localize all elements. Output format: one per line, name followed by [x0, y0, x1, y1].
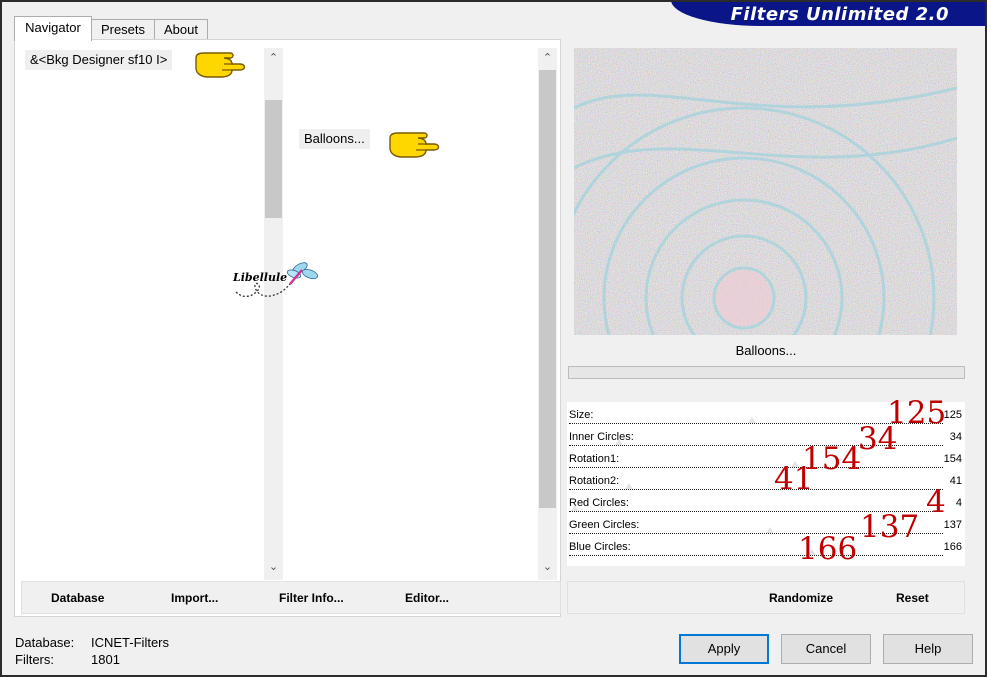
scroll-down-arrow-icon[interactable]: ⌄ [264, 559, 283, 576]
database-button[interactable]: Database [51, 591, 104, 605]
slider-value: 137 [943, 519, 962, 531]
annotation-rotation2: 41 [774, 461, 814, 497]
slider-track[interactable] [569, 555, 943, 556]
slider-label: Green Circles: [569, 519, 640, 531]
pointing-hand-icon [389, 132, 440, 158]
parameter-button-bar: Randomize Reset [567, 581, 965, 614]
slider-rotation2[interactable]: Rotation2: 41 [567, 470, 965, 492]
navigator-button-bar: Database Import... Filter Info... Editor… [21, 581, 561, 614]
scroll-down-arrow-icon[interactable]: ⌄ [538, 559, 557, 576]
preview-filter-name: Balloons... [567, 336, 965, 366]
category-scrollbar[interactable]: ⌃ ⌄ [264, 48, 283, 580]
category-list[interactable]: &<Bkg Designer sf10 I> [21, 48, 264, 580]
slider-value: 154 [943, 453, 962, 465]
slider-value: 166 [943, 541, 962, 553]
brand-title: Filters Unlimited 2.0 [730, 4, 949, 25]
annotation-blue-circles: 166 [798, 531, 858, 567]
database-value: ICNET-Filters [91, 635, 169, 650]
tab-presets[interactable]: Presets [91, 19, 155, 40]
editor-button[interactable]: Editor... [405, 591, 449, 605]
brand-banner: Filters Unlimited 2.0 [671, 2, 985, 26]
database-key: Database: [15, 635, 75, 650]
reset-button[interactable]: Reset [896, 591, 929, 605]
preview-image [574, 48, 957, 335]
category-item-selected[interactable]: &<Bkg Designer sf10 I> [25, 50, 173, 70]
libellule-watermark: Libellule [230, 258, 322, 306]
slider-thumb[interactable] [570, 505, 579, 511]
slider-label: Blue Circles: [569, 541, 631, 553]
tab-about[interactable]: About [154, 19, 208, 40]
slider-label: Rotation2: [569, 475, 620, 487]
cancel-button[interactable]: Cancel [781, 634, 871, 664]
slider-label: Rotation1: [569, 453, 620, 465]
slider-thumb[interactable] [625, 483, 634, 489]
progress-bar [568, 366, 965, 379]
pointing-hand-icon [195, 52, 246, 78]
preview-canvas [574, 48, 957, 335]
slider-value: 41 [949, 475, 962, 487]
filter-info-button[interactable]: Filter Info... [279, 591, 344, 605]
filters-count: 1801 [91, 652, 120, 667]
scrollbar-thumb[interactable] [539, 70, 556, 508]
scrollbar-thumb[interactable] [265, 100, 282, 218]
slider-track[interactable] [569, 489, 943, 490]
filters-key: Filters: [15, 652, 54, 667]
slider-label: Size: [569, 409, 594, 421]
slider-value: 34 [949, 431, 962, 443]
annotation-green-circles: 137 [860, 509, 920, 545]
tab-navigator[interactable]: Navigator [14, 16, 92, 41]
apply-button[interactable]: Apply [679, 634, 769, 664]
randomize-button[interactable]: Randomize [769, 591, 833, 605]
slider-value: 4 [955, 497, 962, 509]
filters-unlimited-window: Navigator Presets About Filters Unlimite… [0, 0, 987, 677]
slider-rotation1[interactable]: Rotation1: 154 [567, 448, 965, 470]
help-button[interactable]: Help [883, 634, 973, 664]
slider-value: 125 [943, 409, 962, 421]
annotation-red-circles: 4 [926, 484, 946, 520]
filter-item-selected[interactable]: Balloons... [299, 129, 370, 149]
annotation-inner-circles: 34 [858, 421, 898, 457]
import-button[interactable]: Import... [171, 591, 218, 605]
filter-scrollbar[interactable]: ⌃ ⌄ [538, 48, 557, 580]
slider-label: Inner Circles: [569, 431, 634, 443]
slider-thumb[interactable] [765, 527, 774, 533]
slider-thumb[interactable] [614, 439, 623, 445]
scroll-up-arrow-icon[interactable]: ⌃ [264, 50, 283, 67]
slider-track[interactable] [569, 467, 943, 468]
slider-thumb[interactable] [748, 417, 757, 423]
scroll-up-arrow-icon[interactable]: ⌃ [538, 50, 557, 67]
watermark-label: Libellule [233, 271, 288, 284]
